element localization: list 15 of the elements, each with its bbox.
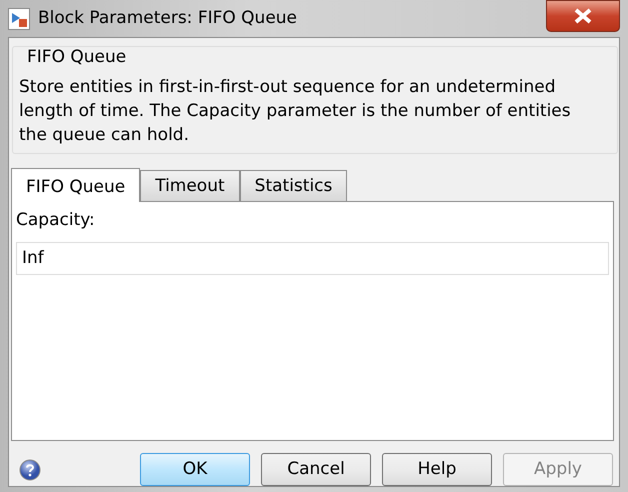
dialog-button[interactable]: OK: [140, 453, 250, 486]
dialog-button[interactable]: Help: [382, 453, 492, 486]
group-title: FIFO Queue: [27, 46, 128, 69]
tab[interactable]: FIFO Queue: [11, 168, 140, 202]
dialog-button[interactable]: Cancel: [261, 453, 371, 486]
tab[interactable]: Timeout: [140, 170, 240, 201]
help-icon[interactable]: [19, 458, 41, 480]
capacity-field[interactable]: Inf: [16, 242, 609, 275]
app-icon: [8, 8, 30, 30]
window-title: Block Parameters: FIFO Queue: [38, 6, 298, 30]
description-text: Store entities in first-in-first-out sequence for an undetermined length of time. The Capacity parameter is the number of entities the queue can hold.: [19, 76, 572, 146]
tab[interactable]: Statistics: [240, 170, 348, 201]
field-label: Capacity:: [16, 209, 96, 232]
close-button[interactable]: [546, 0, 620, 32]
close-icon: [572, 8, 594, 24]
